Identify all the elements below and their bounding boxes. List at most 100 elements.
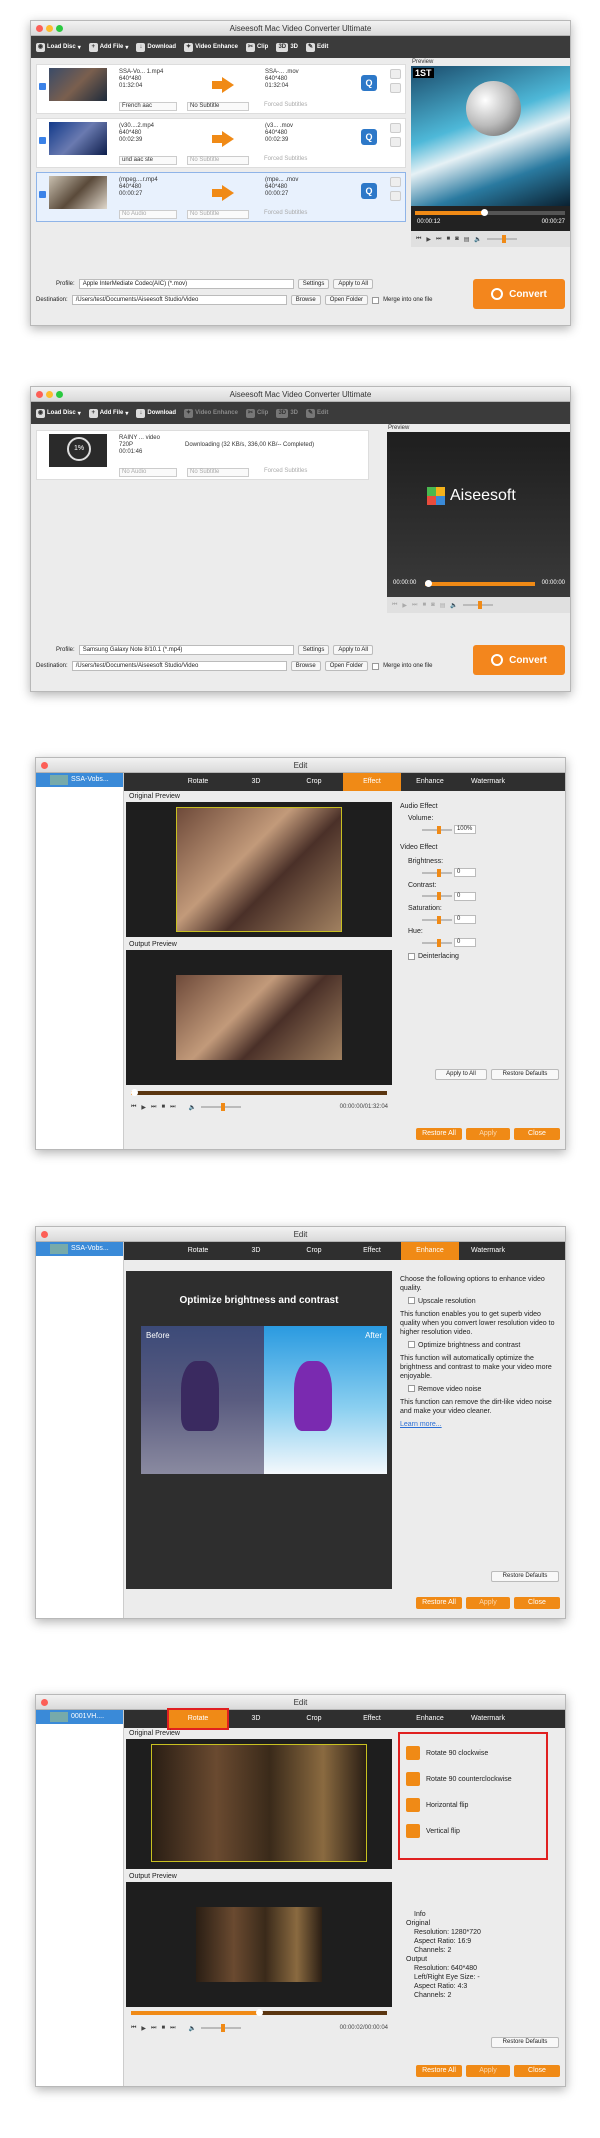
video-enhance-button[interactable]: ✦ Video Enhance [184,408,238,418]
download-button[interactable]: ↓ Download [136,408,176,418]
contrast-value[interactable]: 0 [453,891,476,901]
tab-effect[interactable]: Effect [343,773,401,791]
last-frame-icon[interactable]: ⏭ [170,2025,175,2032]
close-button[interactable]: Close [514,2065,560,2077]
forced-subtitles-checkbox[interactable]: Forced Subtitles [262,102,332,111]
close-button[interactable]: Close [514,1128,560,1140]
play-icon[interactable]: ▶ [141,2025,146,2032]
tab-rotate[interactable]: Rotate [169,773,227,791]
close-window-button[interactable] [41,1231,48,1238]
brightness-value[interactable]: 0 [453,868,476,878]
open-folder-button[interactable]: Open Folder [324,295,369,305]
tab-rotate[interactable]: Rotate [167,1708,229,1730]
profile-select[interactable]: Apple InterMediate Codec(AIC) (*.mov) [78,279,294,289]
file-row[interactable]: SSA-Vo... 1.mp4 640*480 01:32:04 SSA-... .… [36,64,406,114]
tab-3d[interactable]: 3D [227,773,285,791]
subtitle-select[interactable]: No Subtitle [187,102,249,111]
restore-defaults-button[interactable]: Restore Defaults [491,2037,559,2048]
clip-button[interactable]: ✂ Clip [245,408,268,418]
hue-slider[interactable] [422,938,452,947]
tab-effect[interactable]: Effect [343,1710,401,1728]
zoom-window-button[interactable] [56,25,63,32]
file-checkbox[interactable] [39,137,46,144]
close-window-button[interactable] [36,25,43,32]
volume-icon[interactable]: 🔈 [474,236,481,243]
restore-all-button[interactable]: Restore All [416,1128,462,1140]
browse-button[interactable]: Browse [290,661,321,671]
volume-value[interactable]: 100% [453,825,476,834]
profile-select[interactable]: Samsung Galaxy Note 8/10.1 (*.mp4) [78,645,294,655]
close-window-button[interactable] [41,1699,48,1706]
volume-icon[interactable]: 🔈 [188,1104,195,1111]
forced-subtitles-checkbox[interactable]: Forced Subtitles [262,468,332,477]
restore-defaults-button[interactable]: Restore Defaults [491,1069,559,1080]
seek-bar[interactable] [415,209,565,216]
file-row[interactable]: (v30....2.mp4 640*480 00:02:39 (v3... .mov… [36,118,406,168]
load-disc-button[interactable]: ◉ Load Disc ▾ [36,42,81,52]
tab-watermark[interactable]: Watermark [459,1710,517,1728]
file-checkbox[interactable] [39,191,46,198]
seek-bar[interactable] [425,580,535,587]
last-frame-icon[interactable]: ⏭ [170,1104,175,1111]
stop-icon[interactable]: ■ [161,1104,165,1110]
folder-icon[interactable]: ▤ [464,236,470,243]
next-icon[interactable]: ⏭ [151,2025,156,2032]
next-icon[interactable]: ⏭ [151,1104,156,1111]
minimize-window-button[interactable] [46,25,53,32]
tab-crop[interactable]: Crop [285,1710,343,1728]
file-list-item[interactable]: SSA-Vobs... [36,1242,123,1256]
tab-crop[interactable]: Crop [285,773,343,791]
play-icon[interactable]: ▶ [141,1104,146,1111]
stop-icon[interactable]: ■ [161,2025,165,2031]
convert-button[interactable]: Convert [473,645,565,675]
restore-all-button[interactable]: Restore All [416,1597,462,1609]
browse-button[interactable]: Browse [290,295,321,305]
snapshot-icon[interactable]: ◙ [431,602,435,608]
destination-input[interactable]: /Users/test/Documents/Aiseesoft Studio/V… [71,295,287,305]
tab-enhance[interactable]: Enhance [401,1710,459,1728]
volume-slider[interactable] [200,1103,241,1111]
clip-button[interactable]: ✂ Clip [245,42,268,52]
contrast-slider[interactable] [422,892,452,901]
close-window-button[interactable] [41,762,48,769]
apply-to-all-button[interactable]: Apply to All [333,645,374,655]
hue-value[interactable]: 0 [453,938,476,948]
denoise-checkbox[interactable] [408,1385,415,1392]
horizontal-flip-button[interactable]: Horizontal flip [406,1792,540,1818]
next-icon[interactable]: ⏭ [436,236,441,243]
edit-button[interactable]: ✎ Edit [305,408,328,418]
add-file-button[interactable]: + Add File ▾ [88,408,128,418]
forced-subtitles-checkbox[interactable]: Forced Subtitles [262,156,332,165]
tab-watermark[interactable]: Watermark [459,773,517,791]
brightness-slider[interactable] [422,868,452,877]
next-icon[interactable]: ⏭ [412,602,417,609]
rotate-cw-button[interactable]: Rotate 90 clockwise [406,1740,540,1766]
stop-icon[interactable]: ■ [422,602,426,608]
trim-file-icon[interactable] [390,191,401,201]
merge-checkbox[interactable] [372,662,380,670]
audio-track-select[interactable]: und aac ste [119,156,177,165]
learn-more-link[interactable]: Learn more... [400,1420,560,1429]
file-list-item[interactable]: 0001VH.... [36,1710,123,1724]
tab-watermark[interactable]: Watermark [459,1242,517,1260]
forced-subtitles-checkbox[interactable]: Forced Subtitles [262,210,332,219]
settings-button[interactable]: Settings [297,645,330,655]
close-window-button[interactable] [36,391,43,398]
subtitle-select[interactable]: No Subtitle [187,210,249,219]
seek-bar[interactable] [131,2009,387,2016]
previous-icon[interactable]: ⏮ [131,1104,136,1111]
volume-effect-slider[interactable] [422,825,452,834]
3d-button[interactable]: 3D 3D [276,42,298,52]
seek-bar[interactable] [131,1089,387,1096]
tab-3d[interactable]: 3D [227,1710,285,1728]
rotate-ccw-button[interactable]: Rotate 90 counterclockwise [406,1766,540,1792]
tab-rotate[interactable]: Rotate [169,1242,227,1260]
settings-button[interactable]: Settings [297,279,330,289]
audio-track-select[interactable]: French aac [119,102,177,111]
file-checkbox[interactable] [39,83,46,90]
minimize-window-button[interactable] [46,391,53,398]
tab-enhance[interactable]: Enhance [401,773,459,791]
previous-icon[interactable]: ⏮ [392,602,397,609]
merge-checkbox[interactable] [372,296,380,304]
apply-to-all-button[interactable]: Apply to All [333,279,374,289]
